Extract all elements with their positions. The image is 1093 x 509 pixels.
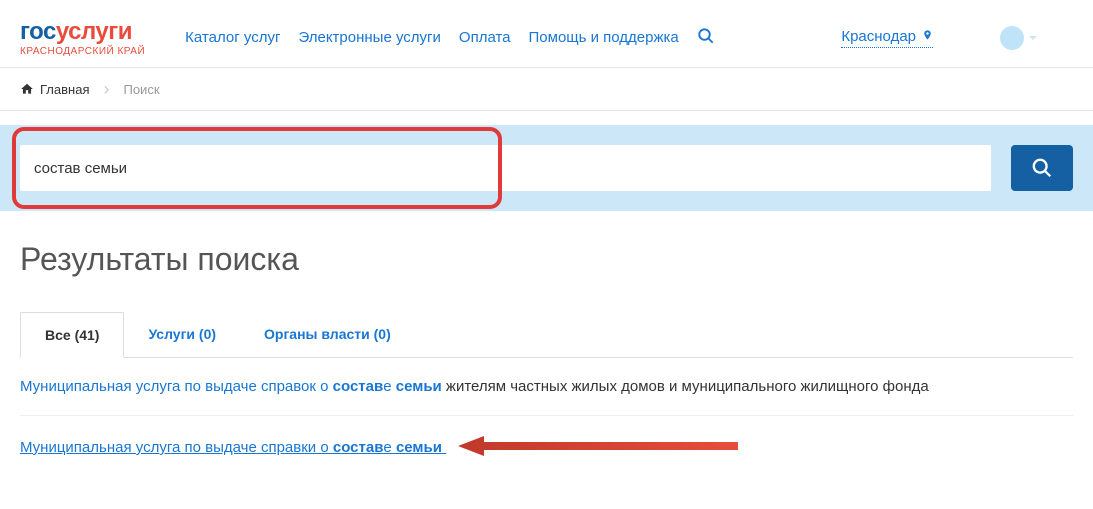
logo-sub: КРАСНОДАРСКИЙ КРАЙ: [20, 46, 145, 57]
header: госуслуги КРАСНОДАРСКИЙ КРАЙ Каталог усл…: [0, 0, 1093, 67]
logo-p2: услуги: [56, 18, 132, 45]
breadcrumb-sep: ›: [103, 80, 109, 98]
breadcrumb-home-label: Главная: [40, 82, 89, 97]
nav: Каталог услуг Электронные услуги Оплата …: [185, 27, 806, 48]
result-item: Муниципальная услуга по выдаче справок о…: [20, 358, 1073, 416]
search-icon: [1031, 157, 1053, 179]
tab-services[interactable]: Услуги (0): [124, 312, 240, 357]
nav-eservices[interactable]: Электронные услуги: [298, 29, 440, 46]
region-selector[interactable]: Краснодар: [841, 28, 933, 48]
region-name: Краснодар: [841, 28, 916, 45]
logo-p1: гос: [20, 18, 56, 45]
search-input[interactable]: [34, 160, 977, 177]
user-menu[interactable]: [963, 22, 1073, 54]
arrow-icon: [458, 436, 738, 460]
breadcrumb-home[interactable]: Главная: [20, 82, 89, 97]
tab-authorities[interactable]: Органы власти (0): [240, 312, 415, 357]
nav-help[interactable]: Помощь и поддержка: [529, 29, 679, 46]
pin-icon: [922, 28, 933, 45]
nav-payment[interactable]: Оплата: [459, 29, 511, 46]
result-link[interactable]: Муниципальная услуга по выдаче справки о…: [20, 439, 446, 456]
search-button[interactable]: [1011, 145, 1073, 191]
breadcrumb-current: Поиск: [123, 82, 159, 97]
result-link[interactable]: Муниципальная услуга по выдаче справок о…: [20, 378, 929, 395]
search-input-wrap[interactable]: [20, 145, 991, 191]
results-area: Результаты поиска Все (41) Услуги (0) Ор…: [0, 211, 1093, 500]
tabs: Все (41) Услуги (0) Органы власти (0): [20, 312, 1073, 358]
breadcrumb: Главная › Поиск: [0, 67, 1093, 111]
search-icon[interactable]: [697, 27, 715, 48]
result-item: Муниципальная услуга по выдаче справки о…: [20, 416, 1073, 480]
logo[interactable]: госуслуги КРАСНОДАРСКИЙ КРАЙ: [20, 18, 145, 57]
search-band: [0, 125, 1093, 211]
chevron-down-icon: [1029, 36, 1037, 40]
home-icon: [20, 82, 34, 96]
nav-catalog[interactable]: Каталог услуг: [185, 29, 280, 46]
results-title: Результаты поиска: [20, 241, 1073, 278]
avatar: [1000, 26, 1024, 50]
tab-all[interactable]: Все (41): [20, 312, 124, 358]
